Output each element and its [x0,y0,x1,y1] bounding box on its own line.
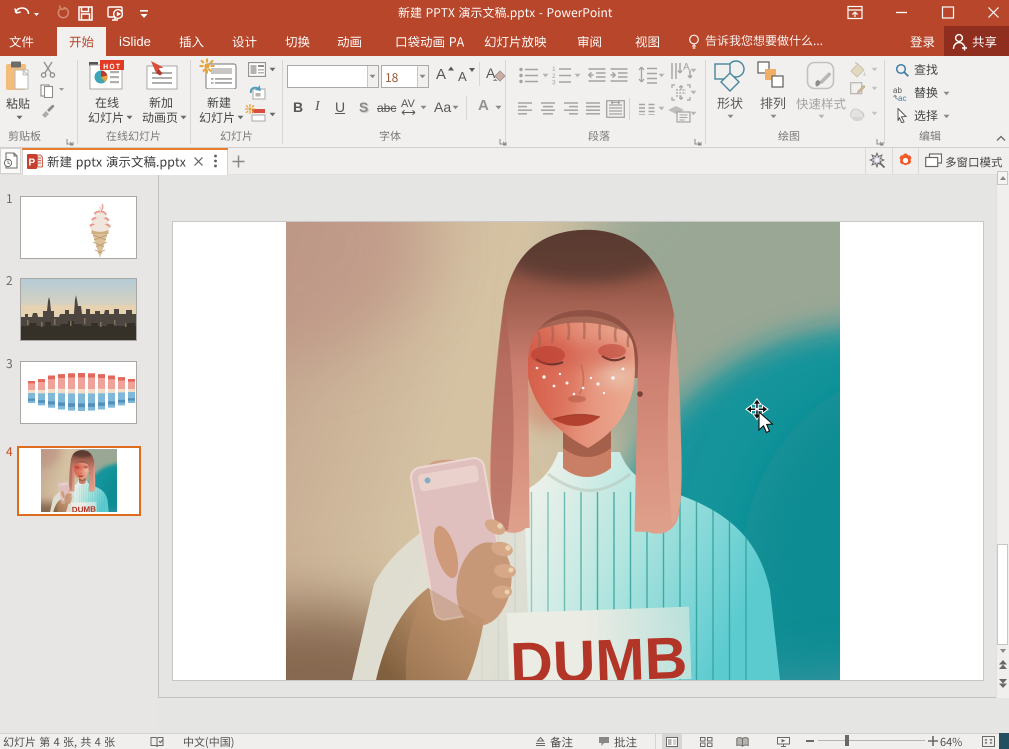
svg-text:P: P [29,158,36,169]
svg-text:ac: ac [898,94,906,101]
svg-text:A: A [683,62,690,73]
svg-text:3: 3 [552,80,556,86]
